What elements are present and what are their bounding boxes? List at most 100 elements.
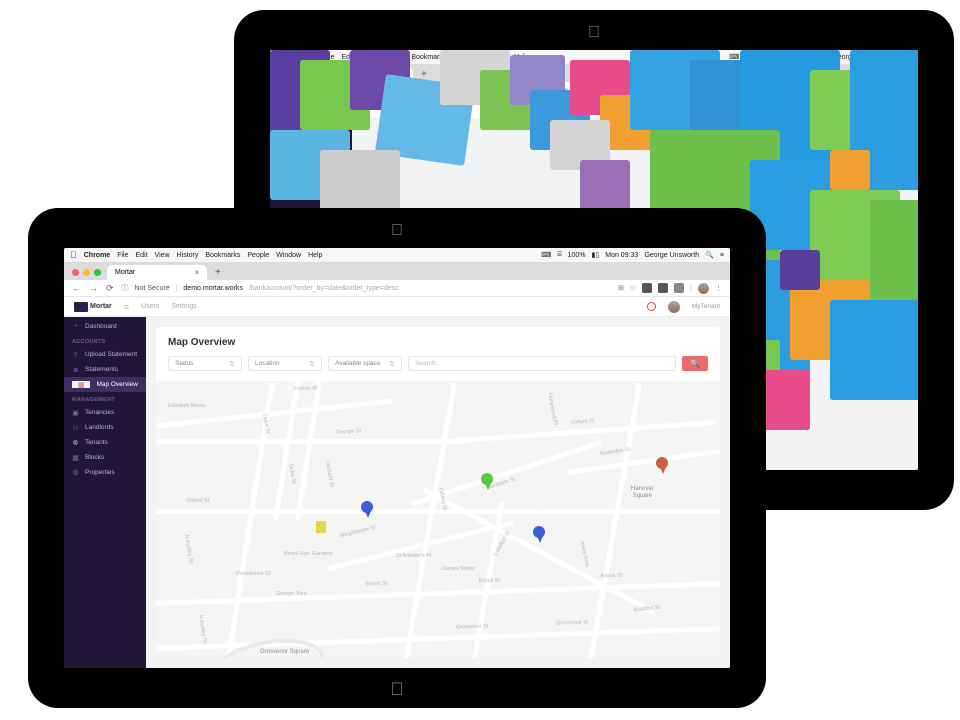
street-label: Brook Hart Gardens xyxy=(284,551,333,557)
main-content: Map Overview Status⇅ Location⇅ Available… xyxy=(146,317,730,668)
street-label: Hanywood Pl xyxy=(546,393,558,426)
sidebar-item-upload-statement[interactable]: ⇧Upload Statement xyxy=(64,347,146,362)
window-controls xyxy=(70,269,107,280)
menubar-bookmarks[interactable]: Bookmarks xyxy=(205,252,240,259)
new-tab-button[interactable]: + xyxy=(207,267,229,280)
map-overview-card: Map Overview Status⇅ Location⇅ Available… xyxy=(156,327,720,658)
people-icon: ⚉ xyxy=(72,439,79,446)
street-label: Brook St xyxy=(479,578,500,585)
apple-menu-icon[interactable]:  xyxy=(70,250,77,260)
street-label: Providence Ct xyxy=(236,571,271,577)
address-bar[interactable]: ⓘ Not Secure | demo.mortar.works/bankacc… xyxy=(122,283,610,293)
sidebar-item-landlords[interactable]: ⚇Landlords xyxy=(64,420,146,435)
extension-icon-1[interactable] xyxy=(642,283,652,293)
street-label: Grosvenor St xyxy=(556,619,589,626)
screen-front:  Chrome File Edit View History Bookmark… xyxy=(64,248,730,668)
sidebar-item-tenants[interactable]: ⚉Tenants xyxy=(64,435,146,450)
menubar-file[interactable]: File xyxy=(117,252,128,259)
macos-menubar:  Chrome File Edit View History Bookmark… xyxy=(64,248,730,262)
filter-status[interactable]: Status⇅ xyxy=(168,356,242,371)
menubar-clock[interactable]: Mon 09:33 xyxy=(605,252,638,259)
hamburger-icon[interactable]: ≡ xyxy=(124,302,129,312)
apple-logo-icon:  xyxy=(588,24,600,42)
search-placeholder: Search... xyxy=(415,360,441,367)
extension-icon-3[interactable] xyxy=(674,283,684,293)
nav-users[interactable]: Users xyxy=(141,303,159,310)
menubar-history[interactable]: History xyxy=(177,252,199,259)
map-pin-red[interactable] xyxy=(656,457,668,469)
sidebar-item-statements[interactable]: ≣Statements xyxy=(64,362,146,377)
map-pin-blue-1[interactable] xyxy=(361,501,373,513)
search-input[interactable]: Search... xyxy=(408,356,676,371)
sidebar-item-properties[interactable]: ⚙Properties xyxy=(64,465,146,480)
menubar-user[interactable]: George Unsworth xyxy=(644,252,699,259)
cast-icon[interactable]: ⌨ xyxy=(541,251,551,259)
sidebar-item-blocks[interactable]: ▦Blocks xyxy=(64,450,146,465)
search-button[interactable]: 🔍 xyxy=(682,356,708,371)
close-window-icon[interactable] xyxy=(72,269,79,276)
menubar-view[interactable]: View xyxy=(155,252,170,259)
user-avatar[interactable] xyxy=(668,301,680,313)
chrome-tabstrip: Mortar × + xyxy=(64,262,730,280)
tab-close-icon[interactable]: × xyxy=(194,268,199,277)
sort-icon: ⇅ xyxy=(389,360,395,368)
street-label: Orchard St xyxy=(324,460,335,487)
brand-text: Mortar xyxy=(90,303,112,310)
chrome-menu-icon[interactable]: ⋮ xyxy=(715,284,722,292)
sort-icon: ⇅ xyxy=(229,360,235,368)
menubar-app[interactable]: Chrome xyxy=(84,252,110,259)
url-host: demo.mortar.works xyxy=(183,285,243,292)
filter-location[interactable]: Location⇅ xyxy=(248,356,322,371)
extension-icon-2[interactable] xyxy=(658,283,668,293)
page-title: Map Overview xyxy=(156,327,720,356)
menubar-window[interactable]: Window xyxy=(276,252,301,259)
qr-icon[interactable]: ⊞ xyxy=(618,284,624,292)
street-label: N Audley St xyxy=(183,534,194,563)
url-path: /bankaccount/?order_by=date&order_type=d… xyxy=(249,285,399,292)
wifi-icon[interactable]: ⌸ xyxy=(557,251,561,259)
account-username[interactable]: MyTenant xyxy=(692,303,720,310)
nav-settings[interactable]: Settings xyxy=(171,303,196,310)
speedometer-icon: ◔ xyxy=(72,323,79,330)
map-pin-green[interactable] xyxy=(481,473,493,485)
filter-available-space[interactable]: Available space⇅ xyxy=(328,356,402,371)
notification-bell-icon[interactable] xyxy=(647,302,656,311)
sidebar-item-map-overview[interactable]: ▦Map Overview xyxy=(64,377,146,392)
street-label: George St xyxy=(336,428,361,436)
search-icon[interactable]: 🔍 xyxy=(705,251,714,259)
menubar-help[interactable]: Help xyxy=(308,252,322,259)
device-frame-front:    Chrome File Edit View History Book… xyxy=(28,208,766,708)
sidebar-item-tenancies[interactable]: ▣Tenancies xyxy=(64,405,146,420)
sidebar-item-dashboard[interactable]: ◔Dashboard xyxy=(64,319,146,334)
chrome-urlbar: ← → ⟳ ⓘ Not Secure | demo.mortar.works/b… xyxy=(64,280,730,297)
menu-icon[interactable]: ≡ xyxy=(720,252,724,259)
sidebar-section-accounts: ACCOUNTS xyxy=(64,334,146,347)
apple-logo-icon:  xyxy=(390,679,404,700)
map-pin-blue-2[interactable] xyxy=(533,526,545,538)
map-marker-yellow[interactable] xyxy=(316,521,326,533)
street-label: Weighhouse St xyxy=(339,525,377,540)
battery-icon: ▮▯ xyxy=(592,251,600,259)
map-canvas[interactable]: Foxton Pl Edwards Mews Duke St George St… xyxy=(156,381,720,658)
info-icon[interactable]: ⓘ xyxy=(122,283,129,293)
minimize-window-icon[interactable] xyxy=(83,269,90,276)
upload-icon: ⇧ xyxy=(72,351,79,358)
back-button[interactable]: ← xyxy=(72,283,81,293)
forward-button[interactable]: → xyxy=(89,283,98,293)
maximize-window-icon[interactable] xyxy=(94,269,101,276)
street-label: Foxton Pl xyxy=(294,386,317,392)
app-header: Mortar ≡ Users Settings MyTenant xyxy=(64,297,730,317)
browser-tab[interactable]: Mortar × xyxy=(107,265,207,280)
street-label: Davies Mews xyxy=(442,566,475,572)
gear-icon: ⚙ xyxy=(72,469,79,476)
menubar-people[interactable]: People xyxy=(247,252,269,259)
brand-logo[interactable]: Mortar xyxy=(74,302,112,312)
star-icon[interactable]: ☆ xyxy=(630,284,636,292)
street-label: Grosvenor St xyxy=(456,623,489,630)
street-label: St Anselm's Pl xyxy=(396,553,431,559)
street-label: N Audley St xyxy=(197,614,208,643)
street-label: Avery Row xyxy=(579,540,590,567)
menubar-edit[interactable]: Edit xyxy=(135,252,147,259)
reload-button[interactable]: ⟳ xyxy=(106,283,114,294)
chrome-profile-avatar[interactable] xyxy=(698,283,709,294)
